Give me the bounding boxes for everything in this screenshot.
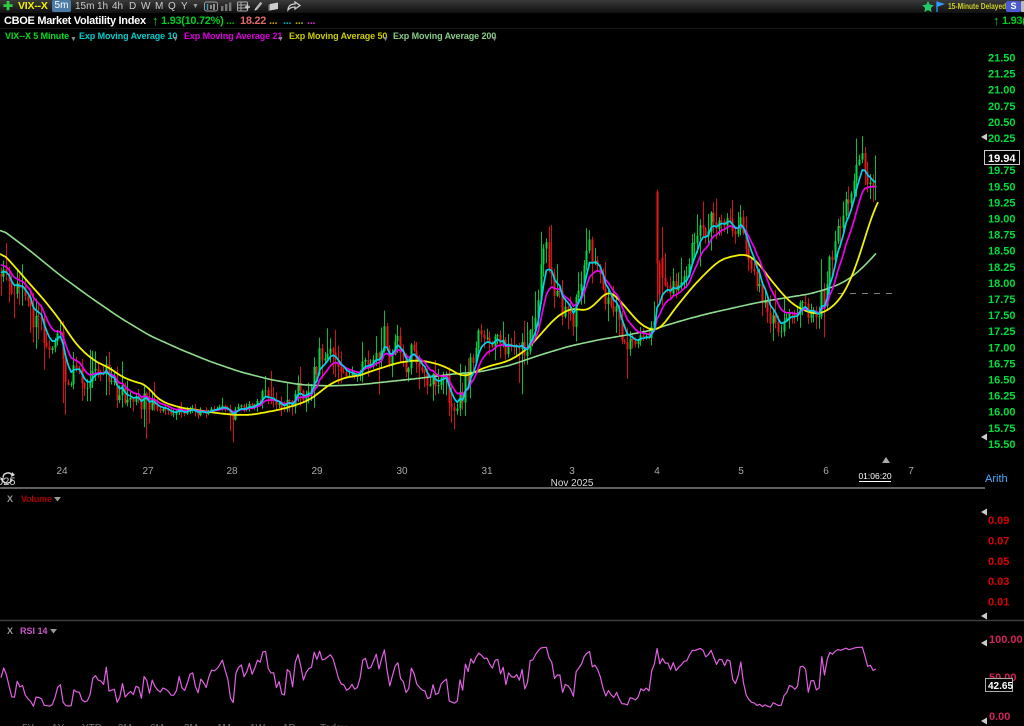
svg-text:19.94: 19.94	[988, 153, 1016, 165]
svg-text:19.50: 19.50	[988, 181, 1016, 193]
svg-text:18.75: 18.75	[988, 230, 1016, 242]
svg-text:30: 30	[396, 466, 408, 477]
svg-text:29: 29	[311, 466, 323, 477]
svg-text:0.09: 0.09	[988, 515, 1009, 527]
svg-text:27: 27	[142, 466, 154, 477]
svg-text:2025: 2025	[0, 476, 15, 488]
svg-text:21.00: 21.00	[988, 85, 1016, 97]
svg-text:21.50: 21.50	[988, 53, 1016, 65]
svg-text:17.75: 17.75	[988, 294, 1016, 306]
svg-text:16.25: 16.25	[988, 391, 1016, 403]
svg-text:0.00: 0.00	[989, 711, 1010, 723]
svg-text:31: 31	[481, 466, 493, 477]
svg-text:RSI 14: RSI 14	[20, 626, 48, 636]
svg-text:Volume: Volume	[21, 494, 52, 504]
svg-text:0.05: 0.05	[988, 556, 1009, 568]
svg-text:6: 6	[823, 466, 829, 477]
svg-text:16.75: 16.75	[988, 358, 1016, 370]
svg-text:17.50: 17.50	[988, 310, 1016, 322]
svg-text:24: 24	[56, 466, 68, 477]
svg-text:Arith: Arith	[985, 473, 1008, 485]
svg-text:18.50: 18.50	[988, 246, 1016, 258]
svg-text:20.75: 20.75	[988, 101, 1016, 113]
svg-text:19.00: 19.00	[988, 214, 1016, 226]
svg-text:19.75: 19.75	[988, 165, 1016, 177]
svg-text:X: X	[7, 494, 13, 504]
svg-text:18.25: 18.25	[988, 262, 1016, 274]
svg-text:0.01: 0.01	[988, 597, 1009, 609]
svg-text:5: 5	[738, 466, 744, 477]
svg-text:16.00: 16.00	[988, 407, 1016, 419]
svg-text:0.07: 0.07	[988, 536, 1009, 548]
svg-text:100.00: 100.00	[989, 634, 1023, 646]
svg-text:20.25: 20.25	[988, 133, 1016, 145]
svg-text:17.25: 17.25	[988, 326, 1016, 338]
svg-text:15.75: 15.75	[988, 423, 1016, 435]
svg-text:42.65: 42.65	[988, 681, 1013, 692]
svg-text:Nov 2025: Nov 2025	[551, 478, 594, 489]
svg-text:01:06:20: 01:06:20	[858, 471, 891, 481]
svg-text:16.50: 16.50	[988, 375, 1016, 387]
svg-text:15.50: 15.50	[988, 439, 1016, 451]
svg-text:3: 3	[569, 466, 575, 477]
svg-text:4: 4	[654, 466, 660, 477]
svg-text:0.03: 0.03	[988, 576, 1009, 588]
svg-text:28: 28	[226, 466, 238, 477]
svg-text:17.00: 17.00	[988, 342, 1016, 354]
svg-text:21.25: 21.25	[988, 69, 1016, 81]
svg-text:19.25: 19.25	[988, 197, 1016, 209]
svg-text:7: 7	[908, 466, 914, 477]
svg-text:20.50: 20.50	[988, 117, 1016, 129]
svg-text:18.00: 18.00	[988, 278, 1016, 290]
svg-text:X: X	[7, 626, 13, 636]
